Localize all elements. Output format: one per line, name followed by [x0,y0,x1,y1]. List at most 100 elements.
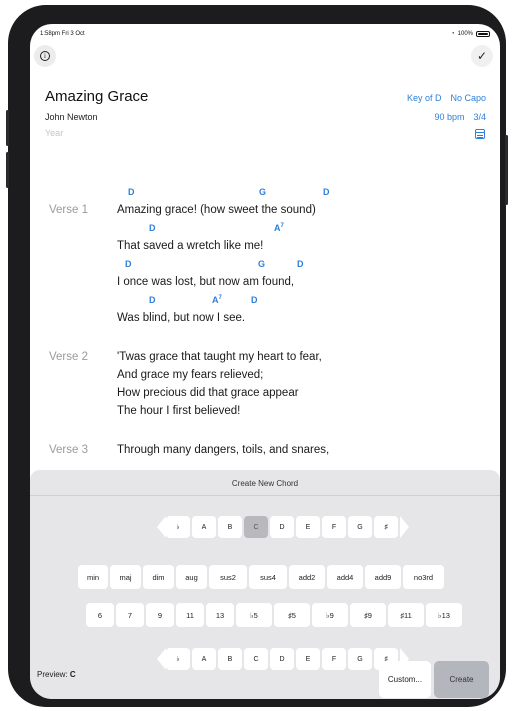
chord-mark[interactable]: A7 [212,295,222,305]
bass-key-b[interactable]: B [218,648,242,670]
ext-7-key[interactable]: 7 [116,603,144,627]
chord-mark[interactable]: D [149,223,156,233]
ext-flat13-key[interactable]: ♭13 [426,603,462,627]
chord-mark[interactable]: A7 [274,223,284,233]
tempo-button[interactable]: 90 bpm [434,112,464,122]
quality-dim-key[interactable]: dim [143,565,174,589]
quality-row: min maj dim aug sus2 sus4 add2 add4 add9… [78,565,446,589]
root-key-e[interactable]: E [296,516,320,538]
ext-sharp9-key[interactable]: ♯9 [350,603,386,627]
bass-key-f[interactable]: F [322,648,346,670]
verse-3-label: Verse 3 [49,444,88,456]
quality-maj-key[interactable]: maj [110,565,141,589]
ext-9-key[interactable]: 9 [146,603,174,627]
bass-key-a[interactable]: A [192,648,216,670]
bass-note-row: ♭ A B C D E F G ♯ [157,648,409,670]
year-field[interactable]: Year [45,128,63,138]
quality-add4-key[interactable]: add4 [327,565,363,589]
bass-key-g[interactable]: G [348,648,372,670]
ext-6-key[interactable]: 6 [86,603,114,627]
ext-sharp11-key[interactable]: ♯11 [388,603,424,627]
panel-title: Create New Chord [231,479,299,488]
quality-no3rd-key[interactable]: no3rd [403,565,444,589]
chord-mark[interactable]: D [149,295,156,305]
quality-sus4-key[interactable]: sus4 [249,565,287,589]
lyric-line[interactable]: The hour I first believed! [117,405,240,417]
left-arrow-shape [157,648,166,670]
quality-add2-key[interactable]: add2 [289,565,325,589]
ext-sharp5-key[interactable]: ♯5 [274,603,310,627]
ext-13-key[interactable]: 13 [206,603,234,627]
left-arrow-shape [157,516,166,538]
capo-button[interactable]: No Capo [450,93,486,103]
info-button[interactable]: i [34,45,56,67]
root-note-row: ♭ A B C D E F G ♯ [157,516,409,538]
time-signature-button[interactable]: 3/4 [473,112,486,122]
right-arrow-shape [400,516,409,538]
bass-key-d[interactable]: D [270,648,294,670]
lyric-line[interactable]: I once was lost, but now am found, [117,276,294,288]
chord-extension: 7 [218,295,222,301]
done-button[interactable]: ✓ [471,45,493,67]
info-icon: i [40,51,50,61]
lyric-line[interactable]: And grace my fears relieved; [117,369,263,381]
root-key-f[interactable]: F [322,516,346,538]
chord-mark[interactable]: D [128,187,135,197]
status-time: 1:58pm Fri 3 Oct [40,31,85,37]
bass-key-c[interactable]: C [244,648,268,670]
preview-label: Preview: [37,670,68,679]
root-flat-key[interactable]: ♭ [166,516,190,538]
root-key-b[interactable]: B [218,516,242,538]
calendar-icon[interactable] [475,129,485,139]
verse-1-label: Verse 1 [49,204,88,216]
bass-flat-key[interactable]: ♭ [166,648,190,670]
root-key-c-selected[interactable]: C [244,516,268,538]
volume-down-button [6,152,9,188]
ext-flat5-key[interactable]: ♭5 [236,603,272,627]
root-key-a[interactable]: A [192,516,216,538]
lyric-line[interactable]: 'Twas grace that taught my heart to fear… [117,351,322,363]
status-bar: 1:58pm Fri 3 Oct ◔ 100% [40,31,490,41]
ext-11-key[interactable]: 11 [176,603,204,627]
extension-row: 6 7 9 11 13 ♭5 ♯5 ♭9 ♯9 ♯11 ♭13 [86,603,464,627]
chord-extension: 7 [280,223,284,229]
song-artist[interactable]: John Newton [45,112,98,122]
chord-mark[interactable]: D [251,295,258,305]
wifi-icon: ◔ [451,31,455,37]
quality-sus2-key[interactable]: sus2 [209,565,247,589]
chord-mark[interactable]: D [323,187,330,197]
ext-flat9-key[interactable]: ♭9 [312,603,348,627]
volume-up-button [6,110,9,146]
root-sharp-key[interactable]: ♯ [374,516,398,538]
quality-aug-key[interactable]: aug [176,565,207,589]
quality-min-key[interactable]: min [78,565,108,589]
chord-preview: Preview: C [37,670,76,679]
key-capo-row: Key of D No Capo [407,93,486,103]
lyric-line[interactable]: Amazing grace! (how sweet the sound) [117,204,316,216]
song-title[interactable]: Amazing Grace [45,88,148,105]
chord-mark[interactable]: G [258,259,265,269]
chord-mark[interactable]: D [125,259,132,269]
chord-mark[interactable]: G [259,187,266,197]
root-key-d[interactable]: D [270,516,294,538]
app-screen: 1:58pm Fri 3 Oct ◔ 100% i ✓ Amazing Grac… [30,24,500,699]
create-button[interactable]: Create [434,661,489,698]
tempo-time-row: 90 bpm 3/4 [434,112,486,122]
status-right: ◔ 100% [451,31,490,37]
key-button[interactable]: Key of D [407,93,442,103]
ipad-frame: 1:58pm Fri 3 Oct ◔ 100% i ✓ Amazing Grac… [8,5,506,707]
checkmark-icon: ✓ [476,49,488,63]
battery-percent: 100% [457,31,473,37]
root-key-g[interactable]: G [348,516,372,538]
bass-key-e[interactable]: E [296,648,320,670]
battery-icon [476,31,490,37]
lyric-line[interactable]: How precious did that grace appear [117,387,299,399]
lyric-line[interactable]: Was blind, but now I see. [117,312,245,324]
quality-add9-key[interactable]: add9 [365,565,401,589]
chord-mark[interactable]: D [297,259,304,269]
custom-button[interactable]: Custom... [379,661,431,698]
verse-2-label: Verse 2 [49,351,88,363]
lyric-line[interactable]: That saved a wretch like me! [117,240,263,252]
side-button [505,135,508,205]
lyric-line[interactable]: Through many dangers, toils, and snares, [117,444,329,456]
